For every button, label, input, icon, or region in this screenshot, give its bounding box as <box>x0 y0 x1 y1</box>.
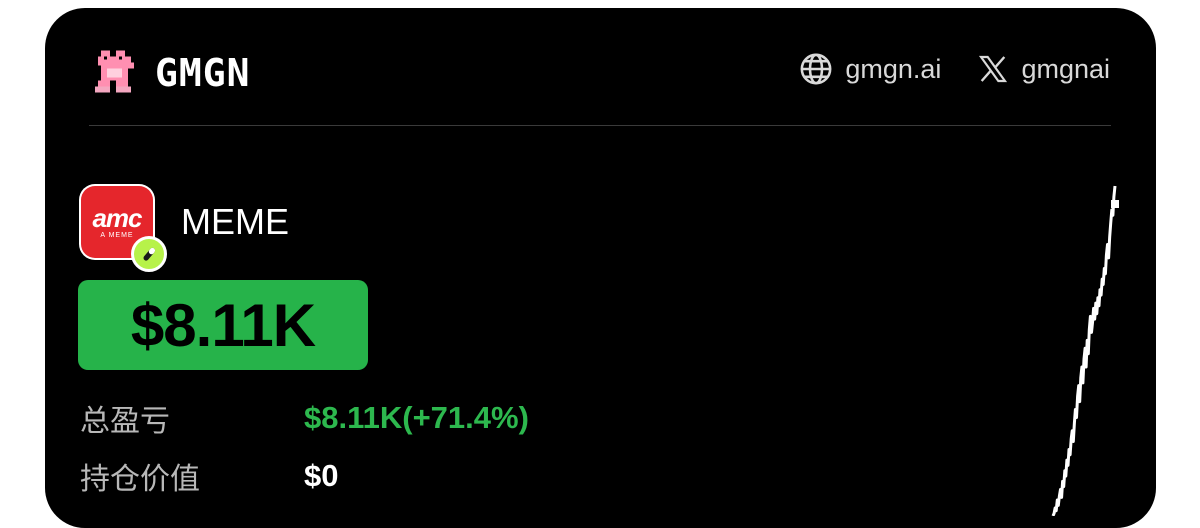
website-link[interactable]: gmgn.ai <box>799 52 941 86</box>
stat-label: 总盈亏 <box>80 404 170 439</box>
token-logo-subtext: A MEME <box>100 231 134 239</box>
pnl-badge: $8.11K <box>78 280 368 370</box>
stat-value: $8.11K(+71.4%) <box>304 400 529 435</box>
pump-pill-icon <box>131 236 167 272</box>
social-links: gmgn.ai gmgnai <box>799 52 1110 86</box>
price-sparkline-chart <box>1051 185 1119 516</box>
latest-price-marker <box>1111 200 1119 208</box>
stat-row-holding-value: 持仓价值 $0 <box>80 454 338 498</box>
globe-icon <box>800 53 832 85</box>
stat-value: $0 <box>304 458 339 493</box>
price-series-line <box>1051 185 1117 516</box>
token-name: MEME <box>181 201 289 242</box>
pnl-value: $8.11K <box>130 291 316 359</box>
pixel-frog-icon <box>95 50 134 93</box>
x-link-label: gmgnai <box>1021 53 1110 84</box>
token-avatar: amc A MEME <box>79 184 167 272</box>
pnl-share-card: GMGN gmgn.ai gmgnai amc A MEME MEME $8.1… <box>45 8 1156 528</box>
token-logo-text: amc <box>92 202 142 233</box>
card-header: GMGN gmgn.ai gmgnai <box>45 8 1156 126</box>
brand: GMGN <box>95 50 251 96</box>
x-logo-icon <box>979 55 1008 83</box>
stat-row-total-pnl: 总盈亏 $8.11K(+71.4%) <box>80 396 529 440</box>
token-info: amc A MEME MEME <box>79 184 289 272</box>
brand-name: GMGN <box>155 51 251 95</box>
website-link-label: gmgn.ai <box>845 53 942 84</box>
stat-label: 持仓价值 <box>80 462 200 497</box>
x-link[interactable]: gmgnai <box>977 53 1110 85</box>
header-divider <box>89 125 1111 126</box>
